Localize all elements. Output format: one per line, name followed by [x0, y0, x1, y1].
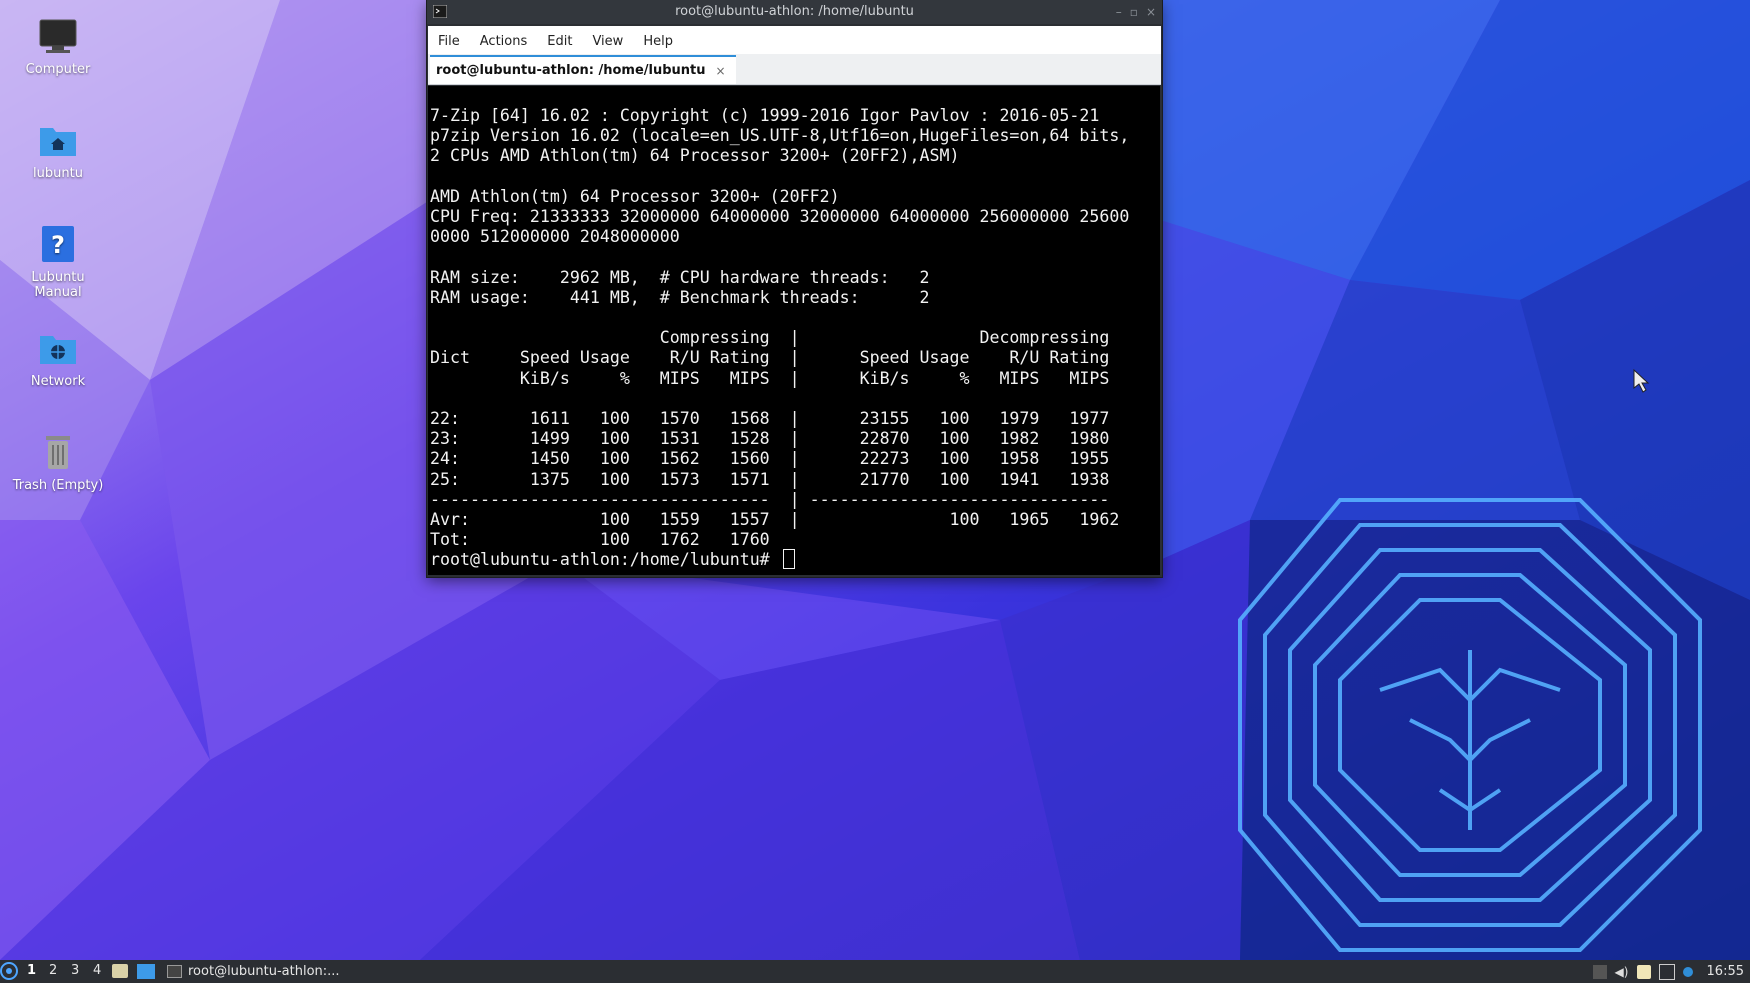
terminal-window[interactable]: root@lubuntu-athlon: /home/lubuntu – ▫ ×… — [427, 0, 1162, 577]
menu-file[interactable]: File — [428, 34, 470, 49]
menu-edit[interactable]: Edit — [537, 34, 582, 49]
tab-bar: root@lubuntu-athlon: /home/lubuntu × — [428, 54, 1161, 85]
trash-icon — [46, 436, 70, 469]
desktop-icon-label: Trash (Empty) — [12, 478, 104, 493]
volume-icon[interactable]: ◀) — [1615, 965, 1629, 979]
home-folder-icon — [40, 128, 76, 156]
window-title: root@lubuntu-athlon: /home/lubuntu — [675, 4, 914, 19]
taskbar: 1 2 3 4 root@lubuntu-athlon:... ◀) 16:55 — [0, 960, 1750, 983]
notification-icon[interactable] — [1682, 966, 1693, 977]
desktop-icon-trash[interactable]: Trash (Empty) — [6, 432, 110, 493]
desktop-icon-label: Network — [30, 374, 86, 389]
menu-help[interactable]: Help — [633, 34, 683, 49]
maximize-icon[interactable]: ▫ — [1130, 0, 1138, 24]
close-icon[interactable]: × — [1146, 0, 1156, 24]
desktop-icon-computer[interactable]: Computer — [6, 16, 110, 77]
show-desktop-icon[interactable] — [137, 964, 155, 979]
desktop-icon-label: Computer — [25, 62, 91, 77]
terminal-text: 7-Zip [64] 16.02 : Copyright (c) 1999-20… — [430, 106, 1130, 570]
minimize-icon[interactable]: – — [1116, 0, 1122, 24]
start-menu-icon[interactable] — [0, 962, 18, 980]
terminal-icon — [167, 965, 182, 978]
workspace-2[interactable]: 2 — [49, 963, 57, 978]
network-folder-icon — [40, 336, 76, 364]
clock[interactable]: 16:55 — [1707, 964, 1744, 979]
taskbar-task-terminal[interactable]: root@lubuntu-athlon:... — [167, 961, 340, 982]
network-icon[interactable] — [1658, 963, 1675, 980]
computer-icon — [39, 19, 77, 53]
tray-update-icon[interactable] — [1592, 964, 1607, 979]
window-titlebar[interactable]: root@lubuntu-athlon: /home/lubuntu – ▫ × — [427, 0, 1162, 24]
terminal-cursor — [783, 549, 795, 569]
desktop-icon-label: lubuntu — [33, 166, 83, 181]
svg-text:?: ? — [51, 231, 65, 259]
desktop-icon-home[interactable]: lubuntu — [6, 120, 110, 181]
workspace-1[interactable]: 1 — [27, 963, 36, 978]
tab-label: root@lubuntu-athlon: /home/lubuntu — [436, 63, 706, 78]
terminal-output[interactable]: 7-Zip [64] 16.02 : Copyright (c) 1999-20… — [428, 86, 1160, 575]
file-manager-icon[interactable] — [112, 964, 128, 978]
menu-actions[interactable]: Actions — [470, 34, 538, 49]
workspace-3[interactable]: 3 — [71, 963, 79, 978]
tab-close-icon[interactable]: × — [716, 64, 726, 78]
workspace-4[interactable]: 4 — [93, 963, 101, 978]
system-tray: ◀) 16:55 — [1592, 960, 1750, 983]
desktop-icon-network[interactable]: Network — [6, 328, 110, 389]
help-icon: ? — [42, 226, 74, 262]
tab-terminal[interactable]: root@lubuntu-athlon: /home/lubuntu × — [430, 55, 736, 84]
task-label: root@lubuntu-athlon:... — [188, 964, 340, 979]
clipboard-icon[interactable] — [1636, 964, 1651, 979]
menu-bar: File Actions Edit View Help — [428, 26, 1161, 56]
desktop-icon-manual[interactable]: ? Lubuntu Manual — [6, 224, 110, 300]
desktop-icon-label: Lubuntu Manual — [31, 270, 85, 300]
menu-view[interactable]: View — [582, 34, 633, 49]
